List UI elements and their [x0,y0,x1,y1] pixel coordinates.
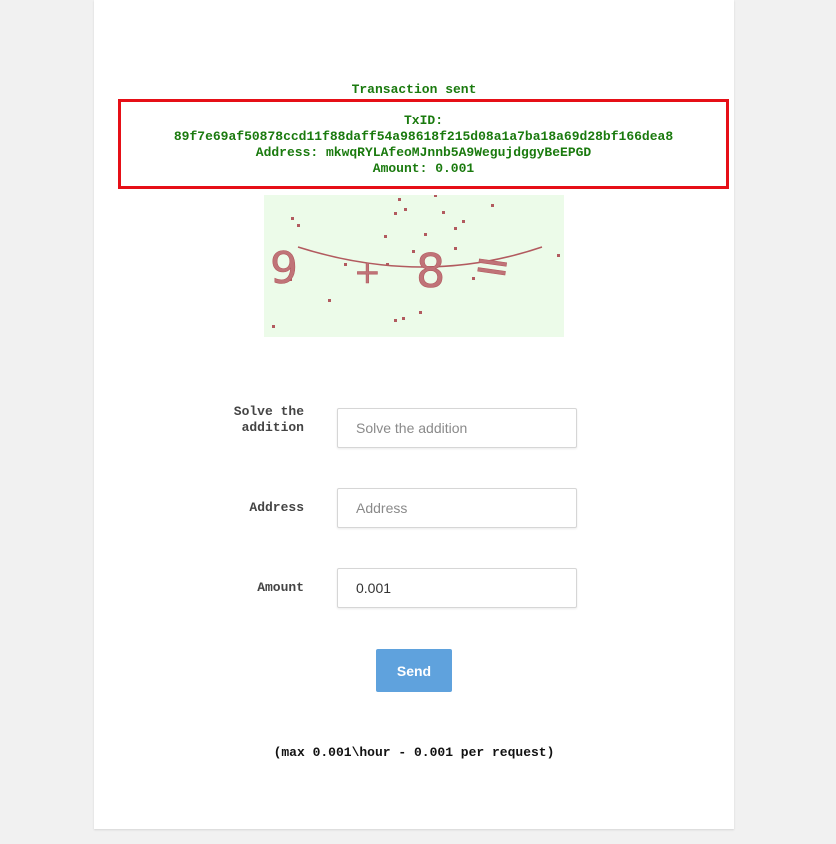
captcha-drawing: 9 + 8 = [270,195,560,328]
solve-input[interactable] [337,408,577,448]
amount-label: Amount [257,580,304,595]
captcha-glyphs: 9 + 8 = [270,238,515,298]
captcha-image: 9 + 8 = [264,195,564,337]
send-button[interactable]: Send [376,649,452,692]
amount-input[interactable] [337,568,577,608]
txid-value: 89f7e69af50878ccd11f88daff54a98618f215d0… [173,129,674,144]
address-label: Address [249,500,304,515]
faucet-panel: Transaction sent TxID: 89f7e69af50878ccd… [94,0,734,829]
transaction-details-box: TxID: 89f7e69af50878ccd11f88daff54a98618… [118,99,729,189]
captcha-glyph-3: 8 [416,244,445,298]
captcha-glyph-2: + [354,253,381,291]
amount-line: Amount: 0.001 [372,161,475,176]
address-line: Address: mkwqRYLAfeoMJnnb5A9WegujdggyBeE… [255,145,592,160]
transaction-status-title: Transaction sent [351,82,477,97]
amount-row: Amount [94,568,734,608]
captcha-glyph-1: 9 [270,243,298,294]
txid-label: TxID: [403,113,443,128]
address-input[interactable] [337,488,577,528]
solve-label: Solve the addition [233,404,304,435]
address-row: Address [94,488,734,528]
solve-row: Solve the addition [94,404,734,448]
rate-limit-note: (max 0.001\hour - 0.001 per request) [273,745,555,760]
captcha-glyph-4: = [470,238,514,294]
